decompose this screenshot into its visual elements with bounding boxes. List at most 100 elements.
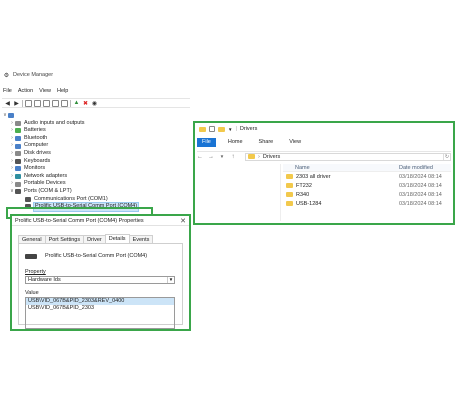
property-select[interactable]: Hardware Ids ▼ [25,276,175,284]
tree-category-item[interactable]: ∨ Ports (COM & LPT) [2,188,188,196]
folder-name-cell: 2303 all driver [283,174,399,180]
back-arrow-icon[interactable]: ◀ [4,100,11,107]
address-bar[interactable]: › Drivers ↻ [245,152,451,161]
tree-item-label: Ports (COM & LPT) [24,187,72,194]
keyboard-icon [15,158,21,164]
scan-hardware-icon[interactable] [61,99,68,107]
folder-name: 2303 all driver [296,173,331,180]
folder-row[interactable]: R340 03/18/2024 08:14 [283,190,451,199]
folder-icon [286,201,293,206]
uninstall-icon[interactable]: ✖ [82,100,89,107]
show-hidden-icon[interactable] [34,99,41,107]
file-rows: 2303 all driver 03/18/2024 08:14 FT232 03/1… [283,172,451,208]
breadcrumb[interactable]: Drivers [263,154,280,160]
close-icon[interactable]: ✕ [180,217,186,225]
tree-item-label: Audio inputs and outputs [24,119,85,126]
navigation-pane [197,164,281,221]
folder-name-cell: R340 [283,192,399,198]
tree-category-item[interactable]: › Network adapters [2,173,188,181]
device-name: Prolific USB-to-Serial Comm Port (COM4) [45,253,148,259]
folder-name-cell: USB-1284 [283,201,399,207]
menu-action[interactable]: Action [18,88,33,94]
tree-category-item[interactable]: › Monitors [2,165,188,173]
serial-port-icon [25,253,37,259]
menu-file[interactable]: File [3,88,12,94]
tree-item-label: Network adapters [24,172,68,179]
back-arrow-icon[interactable]: ← [197,154,203,160]
folder-icon [248,154,255,159]
ribbon-share[interactable]: Share [251,138,282,147]
properties-quick-icon[interactable] [209,126,215,132]
view-icon[interactable] [52,99,59,107]
tree-item-label: Disk drives [24,149,51,156]
details-panel: Prolific USB-to-Serial Comm Port (COM4) … [18,243,183,329]
tab-events[interactable]: Events [128,235,154,243]
title-divider: | [235,126,237,132]
menu-help[interactable]: Help [57,88,68,94]
date-modified-cell: 03/18/2024 08:14 [399,173,442,180]
chevron-down-icon[interactable]: ▼ [167,277,174,283]
value-label: Value [25,290,39,296]
help-icon[interactable] [43,99,50,107]
properties-icon[interactable] [25,99,32,107]
tree-category-item[interactable]: › Batteries [2,127,188,135]
refresh-icon[interactable]: ↻ [443,153,450,160]
recent-dropdown-icon[interactable]: ▼ [219,154,225,159]
quick-access-dropdown-icon[interactable]: ▼ [228,127,232,132]
tree-category-item[interactable]: › Keyboards [2,158,188,166]
tree-item-label: Batteries [24,127,46,134]
folder-row[interactable]: USB-1284 03/18/2024 08:14 [283,199,451,208]
file-explorer-window: ▼ | Drivers File Home Share View ← → ▼ ↑… [193,121,455,225]
breadcrumb-chevron-icon[interactable]: › [258,154,260,160]
forward-arrow-icon[interactable]: → [208,154,214,160]
device-manager-titlebar: ⚙ Device Manager [0,70,190,80]
tree-item-label: Monitors [24,165,46,172]
tree-category-item[interactable]: › Audio inputs and outputs [2,120,188,128]
properties-title: Prolific USB-to-Serial Comm Port (COM4) … [15,217,144,224]
device-manager-title: Device Manager [13,72,54,78]
tab-driver[interactable]: Driver [83,235,106,243]
menu-view[interactable]: View [39,88,51,94]
properties-titlebar: Prolific USB-to-Serial Comm Port (COM4) … [12,216,189,226]
device-manager-app-icon: ⚙ [3,72,10,79]
tree-category-item[interactable]: › Portable Devices [2,180,188,188]
up-arrow-icon[interactable]: ↑ [230,154,236,160]
tab-details[interactable]: Details [104,234,130,243]
tree-category-item[interactable]: › Disk drives [2,150,188,158]
ribbon-view[interactable]: View [281,138,309,147]
tree-category-item[interactable]: › Bluetooth [2,135,188,143]
forward-arrow-icon[interactable]: ▶ [13,100,20,107]
bluetooth-icon [15,136,21,142]
date-modified-cell: 03/18/2024 08:14 [399,191,442,198]
update-driver-icon[interactable]: ▲ [73,100,80,107]
tab-port-settings[interactable]: Port Settings [44,235,85,243]
tree-root[interactable]: ∨ [2,112,188,120]
device-manager-toolbar: ◀ ▶ ▲ ✖ ◉ [2,98,190,108]
tree-item-label: Computer [24,142,49,149]
tab-general[interactable]: General [18,235,46,243]
folder-icon [286,192,293,197]
new-folder-icon[interactable] [218,126,225,132]
menu-bar: File Action View Help [3,88,68,94]
ribbon-home[interactable]: Home [220,138,251,147]
battery-icon [15,128,21,134]
value-item[interactable]: USB\VID_067B&PID_2303&REV_0400 [26,298,174,305]
folder-icon [286,183,293,188]
folder-row[interactable]: FT232 03/18/2024 08:14 [283,181,451,190]
properties-dialog: Prolific USB-to-Serial Comm Port (COM4) … [10,214,191,331]
column-date-modified[interactable]: Date modified [399,165,433,171]
property-select-value: Hardware Ids [28,277,61,283]
column-name[interactable]: Name [283,165,399,171]
toolbar-divider [70,99,71,107]
computer-icon [8,113,14,119]
tree-device-item[interactable]: Communications Port (COM1) [2,196,188,204]
value-list[interactable]: USB\VID_067B&PID_2303&REV_0400 USB\VID_0… [25,297,175,329]
ribbon-file[interactable]: File [197,138,216,147]
date-modified-cell: 03/18/2024 08:14 [399,182,442,189]
file-list-header: Name Date modified [283,164,451,172]
port-icon [15,189,21,195]
tree-category-item[interactable]: › Computer [2,142,188,150]
value-item[interactable]: USB\VID_067B&PID_2303 [26,305,174,312]
folder-row[interactable]: 2303 all driver 03/18/2024 08:14 [283,172,451,181]
enable-device-icon[interactable]: ◉ [91,100,98,107]
